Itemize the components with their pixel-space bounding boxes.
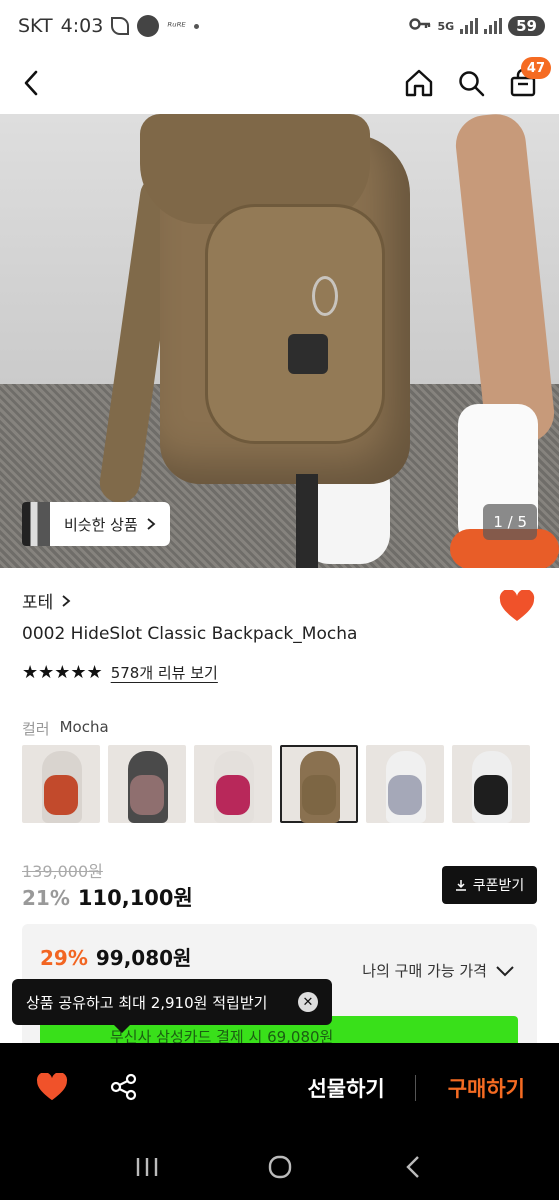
home-circle-icon <box>268 1155 291 1178</box>
coupon-button[interactable]: 쿠폰받기 <box>442 866 537 904</box>
tooltip-tail <box>114 1025 130 1033</box>
image-page-indicator: 1 / 5 <box>483 504 537 540</box>
coupon-label: 쿠폰받기 <box>472 878 525 894</box>
original-price: 139,000원 <box>22 862 103 881</box>
backpack-swatch <box>388 775 422 815</box>
color-value: Mocha <box>59 718 109 736</box>
carrier-label: SKT <box>18 15 53 37</box>
backpack-swatch <box>44 775 78 815</box>
home-system-button[interactable] <box>260 1147 300 1187</box>
my-price-label: 나의 구매 가능 가격 <box>362 962 487 980</box>
home-button[interactable] <box>403 67 435 99</box>
share-button[interactable] <box>110 1073 140 1103</box>
color-option-thumbnail[interactable] <box>108 745 186 823</box>
product-image[interactable] <box>0 114 559 568</box>
price-row: 21% 110,100원 <box>22 882 193 912</box>
heart-icon <box>36 1072 68 1101</box>
back-button[interactable] <box>20 63 60 103</box>
color-option-thumbnail[interactable] <box>194 745 272 823</box>
brand-name: 포테 <box>22 593 54 613</box>
tooltip-text: 상품 공유하고 최대 2,910원 적립받기 <box>26 993 268 1012</box>
brand-link[interactable]: 포테 <box>22 588 71 613</box>
recent-apps-icon <box>136 1157 157 1176</box>
backpack-swatch <box>216 775 250 815</box>
chevron-right-icon <box>147 518 156 530</box>
top-navigation: 47 <box>0 52 559 114</box>
discount-rate: 21% <box>22 886 70 910</box>
chevron-left-icon <box>24 70 38 96</box>
network-type: 5G <box>437 19 455 33</box>
download-icon <box>455 880 466 891</box>
signal-icon <box>460 18 479 34</box>
my-discount-rate: 29% <box>40 946 88 970</box>
sale-price: 110,100원 <box>77 886 193 910</box>
share-reward-tooltip: 상품 공유하고 최대 2,910원 적립받기 ✕ <box>12 979 332 1033</box>
app-notification-icon: ᴿᵘᴿᴱ <box>167 19 186 33</box>
signal-icon <box>484 18 503 34</box>
chevron-down-icon <box>496 965 514 976</box>
image-bag-charm <box>288 334 328 374</box>
similar-products-thumbnail <box>22 502 50 546</box>
color-options <box>22 745 530 823</box>
color-selector-label: 컬러 Mocha <box>22 718 109 739</box>
my-price-toggle[interactable]: 나의 구매 가능 가격 <box>362 960 515 981</box>
chevron-right-icon <box>62 594 71 607</box>
image-keyring <box>312 276 338 316</box>
star-rating: ★★★★★ <box>22 662 103 683</box>
rating-row: ★★★★★ 578개 리뷰 보기 <box>22 662 218 683</box>
similar-products-label: 비슷한 상품 <box>64 515 138 534</box>
image-bag-strap <box>296 474 318 568</box>
color-option-thumbnail[interactable] <box>22 745 100 823</box>
image-backpack-pocket <box>205 204 385 444</box>
bottom-action-bar: 선물하기 구매하기 <box>0 1043 559 1133</box>
color-option-thumbnail[interactable] <box>280 745 358 823</box>
review-link[interactable]: 578개 리뷰 보기 <box>111 662 218 683</box>
share-icon <box>110 1073 137 1101</box>
back-arrow-icon <box>405 1155 419 1178</box>
like-button[interactable] <box>36 1072 70 1103</box>
home-icon <box>405 69 433 97</box>
status-bar: SKT 4:03 ᴿᵘᴿᴱ 5G 59 <box>0 0 559 52</box>
recent-apps-button[interactable] <box>127 1147 167 1187</box>
cart-count-badge: 47 <box>520 57 551 79</box>
buy-button[interactable]: 구매하기 <box>416 1073 537 1103</box>
color-option-thumbnail[interactable] <box>366 745 444 823</box>
heart-icon <box>499 589 535 621</box>
app-notification-icon <box>137 15 160 37</box>
clock: 4:03 <box>60 15 104 37</box>
similar-products-button[interactable]: 비슷한 상품 <box>22 502 170 546</box>
leaf-icon <box>111 17 130 35</box>
system-back-button[interactable] <box>393 1147 433 1187</box>
backpack-swatch <box>130 775 164 815</box>
backpack-swatch <box>302 775 336 815</box>
close-icon[interactable]: ✕ <box>298 992 318 1012</box>
more-notifications-icon <box>193 23 199 29</box>
like-button[interactable] <box>499 589 535 624</box>
key-icon <box>409 17 431 35</box>
search-button[interactable] <box>455 67 487 99</box>
color-option-thumbnail[interactable] <box>452 745 530 823</box>
battery-level: 59 <box>508 16 545 36</box>
product-title: 0002 HideSlot Classic Backpack_Mocha <box>22 624 358 644</box>
cart-button[interactable]: 47 <box>507 57 551 99</box>
my-price: 99,080원 <box>95 946 192 970</box>
system-navigation-bar <box>0 1133 559 1200</box>
backpack-swatch <box>474 775 508 815</box>
search-icon <box>459 71 485 97</box>
gift-button[interactable]: 선물하기 <box>277 1073 414 1103</box>
color-label: 컬러 <box>22 720 50 738</box>
